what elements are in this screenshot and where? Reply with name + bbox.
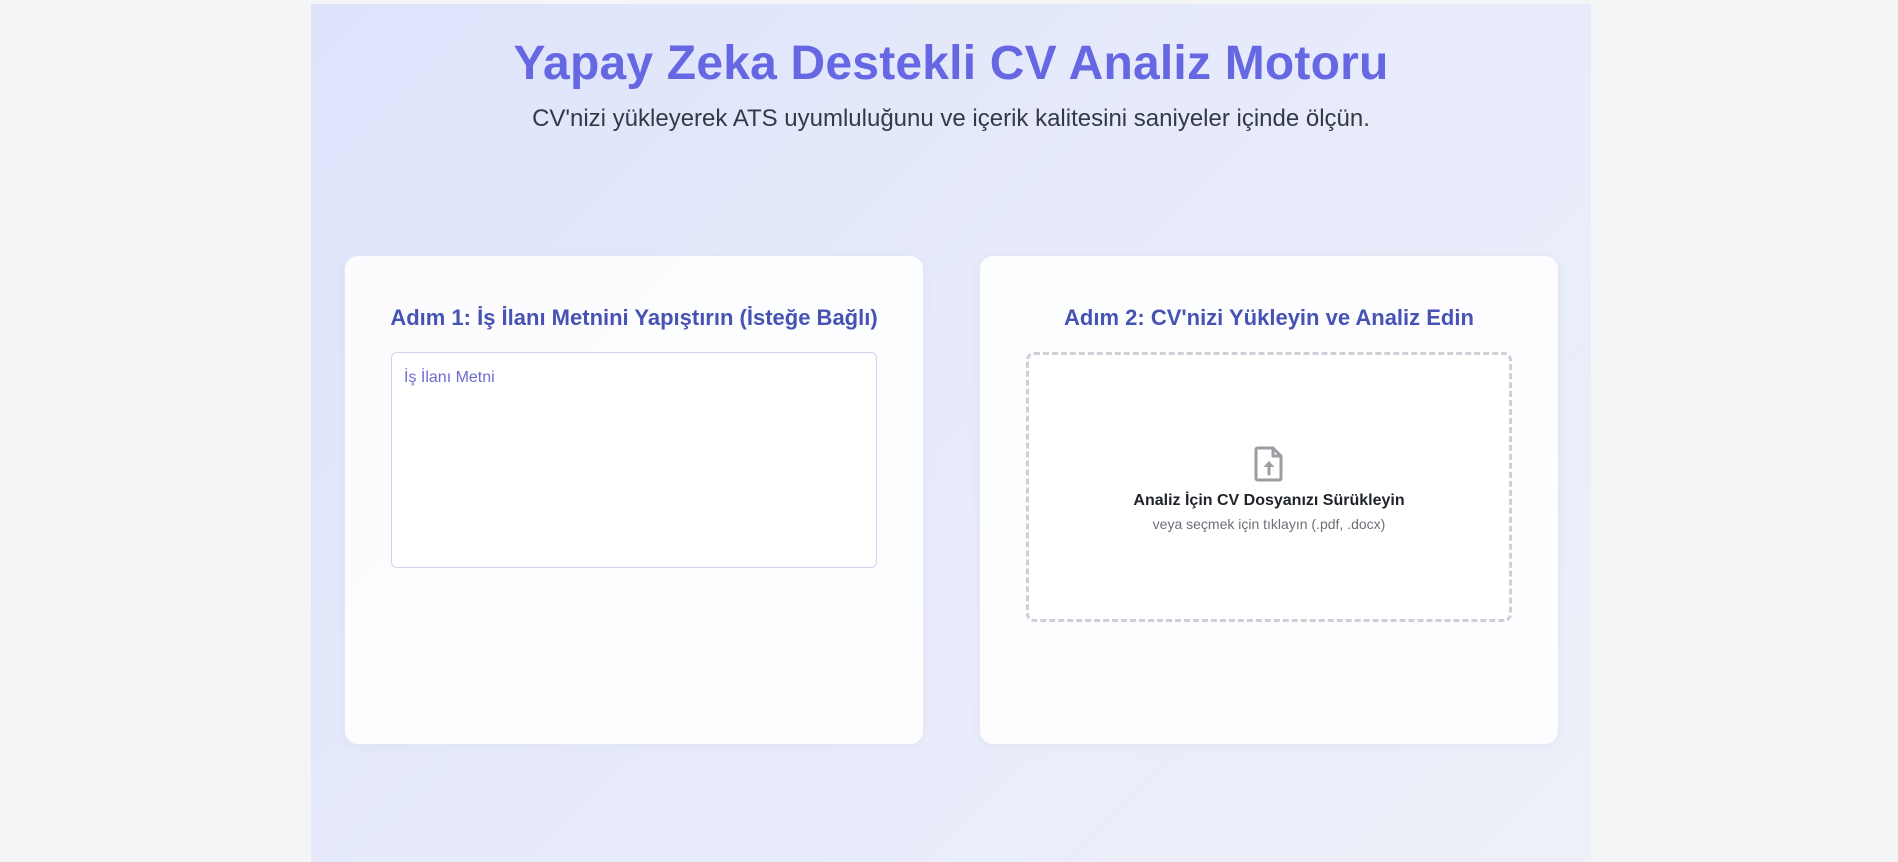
- job-posting-textarea[interactable]: [391, 352, 877, 568]
- page-container: Yapay Zeka Destekli CV Analiz Motoru CV'…: [311, 4, 1591, 862]
- dropzone-title: Analiz İçin CV Dosyanızı Sürükleyin: [1133, 492, 1405, 509]
- cv-dropzone[interactable]: Analiz İçin CV Dosyanızı Sürükleyin veya…: [1026, 352, 1512, 622]
- dropzone-hint: veya seçmek için tıklayın (.pdf, .docx): [1152, 516, 1386, 532]
- step1-card: Adım 1: İş İlanı Metnini Yapıştırın (İst…: [344, 255, 924, 745]
- file-upload-icon: [1254, 446, 1283, 482]
- steps-container: Adım 1: İş İlanı Metnini Yapıştırın (İst…: [344, 255, 1559, 747]
- step2-title: Adım 2: CV'nizi Yükleyin ve Analiz Edin: [1064, 305, 1474, 330]
- page-subtitle: CV'nizi yükleyerek ATS uyumluluğunu ve i…: [532, 105, 1370, 132]
- step1-title: Adım 1: İş İlanı Metnini Yapıştırın (İst…: [390, 305, 878, 330]
- page-title: Yapay Zeka Destekli CV Analiz Motoru: [513, 37, 1389, 90]
- page-header: Yapay Zeka Destekli CV Analiz Motoru CV'…: [311, 4, 1591, 134]
- step2-card: Adım 2: CV'nizi Yükleyin ve Analiz Edin …: [979, 255, 1559, 745]
